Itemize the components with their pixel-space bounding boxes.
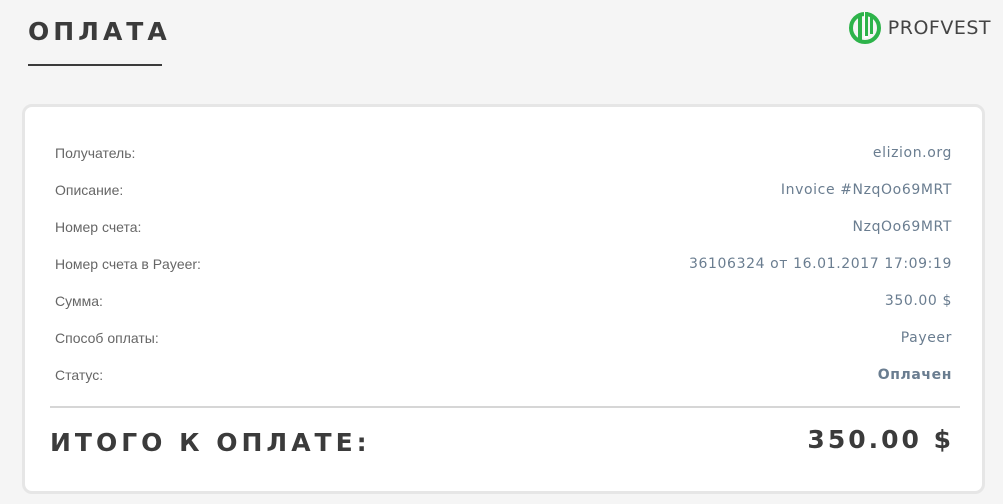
description-value: Invoice #NzqOo69MRT (780, 182, 952, 198)
payeer-invoice-label: Номер счета в Payeer: (55, 256, 201, 272)
profvest-logo-icon (848, 12, 881, 44)
divider (50, 406, 960, 408)
title-underline (28, 64, 162, 66)
row-description: Описание: Invoice #NzqOo69MRT (55, 180, 952, 200)
status-value: Оплачен (877, 367, 952, 383)
row-status: Статус: Оплачен (55, 365, 952, 385)
invoice-number-value: NzqOo69MRT (852, 219, 952, 235)
brand-logo: PROFVEST (848, 10, 991, 46)
brand-name: PROFVEST (887, 17, 991, 39)
page-title: ОПЛАТА (28, 17, 171, 46)
payment-method-value: Payeer (900, 330, 952, 346)
row-payment-method: Способ оплаты: Payeer (55, 328, 952, 348)
amount-value: 350.00 $ (884, 293, 952, 309)
row-payeer-invoice: Номер счета в Payeer: 36106324 от 16.01.… (55, 254, 952, 274)
row-recipient: Получатель: elizion.org (55, 143, 952, 163)
payment-card: Получатель: elizion.org Описание: Invoic… (22, 104, 985, 494)
total-label: ИТОГО К ОПЛАТЕ: (50, 428, 371, 457)
payeer-invoice-value: 36106324 от 16.01.2017 17:09:19 (689, 256, 952, 272)
row-amount: Сумма: 350.00 $ (55, 291, 952, 311)
payment-method-label: Способ оплаты: (55, 330, 159, 346)
total-value: 350.00 $ (807, 425, 954, 454)
recipient-label: Получатель: (55, 145, 136, 161)
invoice-number-label: Номер счета: (55, 219, 142, 235)
row-invoice-number: Номер счета: NzqOo69MRT (55, 217, 952, 237)
amount-label: Сумма: (55, 293, 103, 309)
status-label: Статус: (55, 367, 104, 383)
recipient-value: elizion.org (872, 145, 952, 161)
description-label: Описание: (55, 182, 124, 198)
